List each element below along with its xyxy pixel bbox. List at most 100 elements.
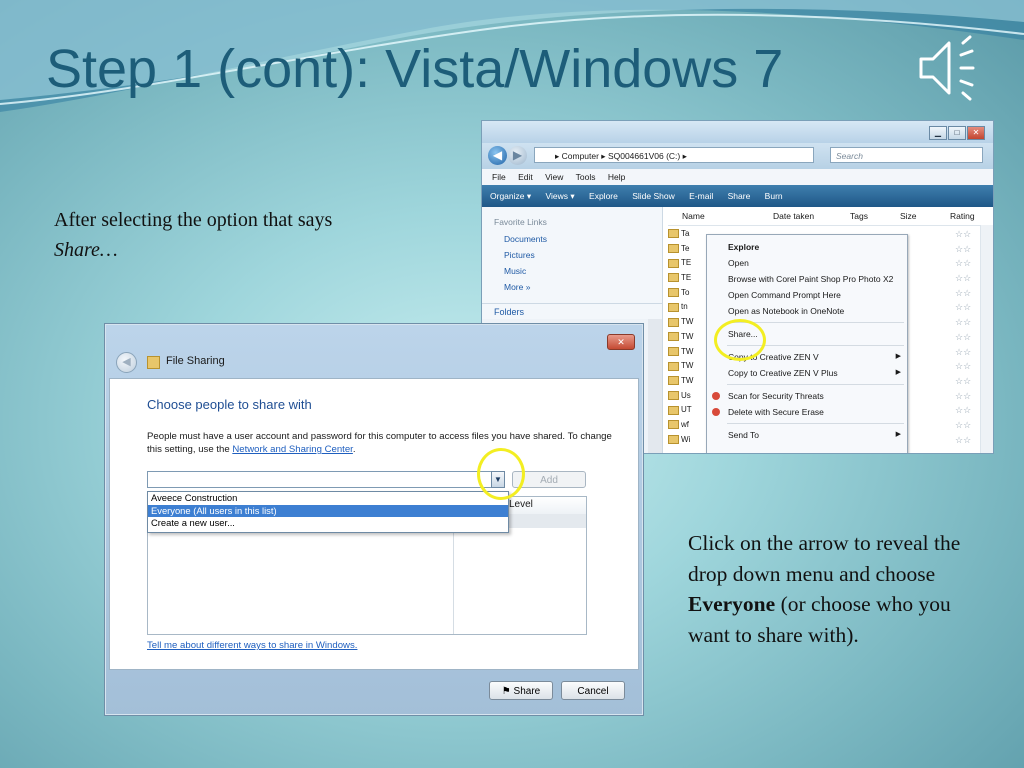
file-row[interactable]: Ta: [668, 227, 708, 242]
dropdown-option-selected[interactable]: Everyone (All users in this list): [148, 504, 508, 517]
file-row[interactable]: Us: [668, 389, 708, 404]
file-row[interactable]: wf: [668, 418, 708, 433]
dialog-header: ◀ File Sharing: [109, 348, 639, 376]
folder-icon: [668, 376, 679, 386]
toolbar-share[interactable]: Share: [728, 191, 751, 201]
file-row[interactable]: TW: [668, 315, 708, 330]
cancel-button[interactable]: Cancel: [561, 681, 625, 700]
dropdown-option[interactable]: Aveece Construction: [148, 492, 508, 505]
rating-stars-icon[interactable]: ☆☆: [955, 242, 979, 257]
ctx-open[interactable]: Open: [707, 255, 907, 271]
menu-tools[interactable]: Tools: [576, 172, 596, 182]
file-name: TE: [681, 258, 692, 268]
toolbar-slideshow[interactable]: Slide Show: [632, 191, 675, 201]
menu-help[interactable]: Help: [608, 172, 625, 182]
submenu-arrow-icon: ▶: [895, 431, 901, 438]
rating-stars-icon[interactable]: ☆☆: [955, 418, 979, 433]
toolbar-burn[interactable]: Burn: [765, 191, 783, 201]
rating-stars-icon[interactable]: ☆☆: [955, 256, 979, 271]
file-row[interactable]: Wi: [668, 433, 708, 448]
link-pictures[interactable]: Pictures: [482, 247, 662, 263]
search-input[interactable]: Search: [830, 147, 983, 163]
menu-edit[interactable]: Edit: [518, 172, 533, 182]
column-tags[interactable]: Tags: [850, 207, 868, 225]
ctx-scan[interactable]: Scan for Security Threats: [707, 388, 907, 404]
menu-view[interactable]: View: [545, 172, 563, 182]
rating-stars-icon[interactable]: ☆☆: [955, 300, 979, 315]
rating-stars-icon[interactable]: ☆☆: [955, 286, 979, 301]
note-text: Click on the arrow to reveal the drop do…: [688, 531, 961, 586]
column-rating[interactable]: Rating: [950, 207, 975, 225]
back-arrow-icon[interactable]: ◀: [116, 352, 137, 373]
rating-stars-icon[interactable]: ☆☆: [955, 315, 979, 330]
rating-stars-icon[interactable]: ☆☆: [955, 403, 979, 418]
speaker-icon[interactable]: [915, 35, 987, 101]
rating-stars-icon[interactable]: ☆☆: [955, 374, 979, 389]
share-icon: ⚑: [501, 686, 514, 697]
rating-stars-icon[interactable]: ☆☆: [955, 330, 979, 345]
toolbar-views[interactable]: Views ▾: [546, 191, 575, 201]
folder-icon: [668, 273, 679, 283]
file-row[interactable]: TW: [668, 345, 708, 360]
file-row[interactable]: TE: [668, 271, 708, 286]
folder-scrollbar[interactable]: [648, 319, 662, 453]
minimize-button[interactable]: ▁: [929, 126, 947, 140]
file-row[interactable]: Te: [668, 242, 708, 257]
ctx-send-to[interactable]: Send To ▶: [707, 427, 907, 443]
network-sharing-center-link[interactable]: Network and Sharing Center: [232, 444, 353, 455]
share-button[interactable]: ⚑ Share: [489, 681, 553, 700]
ctx-send-to-label: Send To: [728, 430, 760, 440]
file-name: wf: [681, 419, 689, 429]
rating-stars-icon[interactable]: ☆☆: [955, 227, 979, 242]
ctx-explore[interactable]: Explore: [707, 239, 907, 255]
address-field[interactable]: ▸ Computer ▸ SQ004661V06 (C:) ▸: [534, 147, 814, 163]
link-music[interactable]: Music: [482, 263, 662, 279]
file-row[interactable]: TW: [668, 330, 708, 345]
file-row[interactable]: To: [668, 286, 708, 301]
file-name: Te: [681, 243, 690, 253]
ctx-browse[interactable]: Browse with Corel Paint Shop Pro Photo X…: [707, 271, 907, 287]
column-date[interactable]: Date taken: [773, 207, 814, 225]
ctx-copy-zen-plus[interactable]: Copy to Creative ZEN V Plus ▶: [707, 365, 907, 381]
rating-stars-icon[interactable]: ☆☆: [955, 271, 979, 286]
file-row[interactable]: tn: [668, 300, 708, 315]
column-size[interactable]: Size: [900, 207, 917, 225]
favorite-links-label: Favorite Links: [494, 217, 547, 227]
rating-stars-icon[interactable]: ☆☆: [955, 389, 979, 404]
file-list-scrollbar[interactable]: [980, 225, 993, 453]
ctx-open-label: Open: [728, 258, 749, 268]
intro-share-italic: Share…: [54, 239, 118, 261]
rating-stars-icon[interactable]: ☆☆: [955, 345, 979, 360]
toolbar-email[interactable]: E-mail: [689, 191, 713, 201]
user-dropdown-list: Aveece Construction Everyone (All users …: [147, 491, 509, 533]
back-arrow-icon[interactable]: ◀: [488, 146, 507, 165]
dropdown-option[interactable]: Create a new user...: [148, 517, 508, 530]
file-row[interactable]: TW: [668, 374, 708, 389]
toolbar-organize[interactable]: Organize ▾: [490, 191, 531, 201]
column-name[interactable]: Name: [682, 207, 705, 225]
rating-stars-icon[interactable]: ☆☆: [955, 359, 979, 374]
rating-stars-icon[interactable]: ☆☆: [955, 433, 979, 448]
ctx-command-prompt[interactable]: Open Command Prompt Here: [707, 287, 907, 303]
file-name: Ta: [681, 229, 690, 238]
maximize-button[interactable]: □: [948, 126, 966, 140]
link-more[interactable]: More »: [482, 279, 662, 295]
folder-icon: [668, 288, 679, 298]
ctx-separator: [727, 423, 904, 424]
menu-file[interactable]: File: [492, 172, 506, 182]
file-row[interactable]: TW: [668, 359, 708, 374]
forward-arrow-icon[interactable]: ▶: [508, 146, 527, 165]
share-button-label: Share: [513, 686, 541, 697]
help-link[interactable]: Tell me about different ways to share in…: [147, 640, 357, 651]
instructions-text: People must have a user account and pass…: [147, 431, 612, 455]
ctx-separator: [727, 384, 904, 385]
instructions-end: .: [352, 444, 356, 455]
file-row[interactable]: TE: [668, 256, 708, 271]
toolbar-explore[interactable]: Explore: [589, 191, 618, 201]
link-documents[interactable]: Documents: [482, 231, 662, 247]
file-row[interactable]: UT: [668, 403, 708, 418]
ctx-onenote[interactable]: Open as Notebook in OneNote: [707, 303, 907, 319]
ctx-secure-erase[interactable]: Delete with Secure Erase: [707, 404, 907, 420]
user-combobox[interactable]: [147, 471, 499, 488]
close-button[interactable]: ✕: [967, 126, 985, 140]
